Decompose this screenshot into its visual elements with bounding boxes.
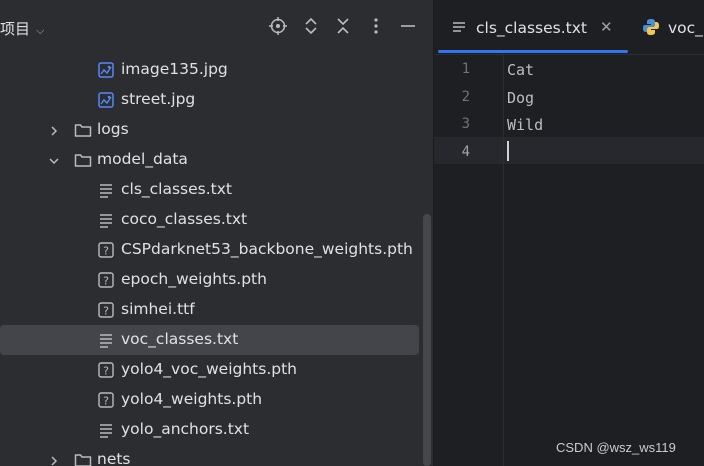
unknown-file-icon: ?: [98, 272, 114, 288]
unknown-file-icon: ?: [98, 392, 114, 408]
line-number-gutter: 1 2 3 4: [434, 55, 502, 466]
python-icon: [642, 18, 660, 40]
folder-icon: [74, 152, 92, 168]
tree-item-label: nets: [97, 450, 131, 466]
tree-file[interactable]: ? yolo4_voc_weights.pth: [0, 355, 420, 385]
active-tab-indicator: [438, 50, 628, 53]
tree-item-label: simhei.ttf: [121, 300, 195, 318]
svg-text:?: ?: [103, 365, 109, 378]
project-panel-header: 项目 ⌵: [0, 0, 433, 56]
more-vertical-icon[interactable]: [365, 14, 387, 38]
line-number: 3: [461, 116, 470, 132]
image-file-icon: [98, 92, 114, 108]
code-line: Dog: [507, 88, 535, 107]
folder-icon: [74, 452, 92, 466]
tree-item-label: street.jpg: [121, 90, 196, 108]
tab-cls-classes[interactable]: cls_classes.txt ✕: [434, 0, 630, 54]
tree-item-label: cls_classes.txt: [121, 180, 232, 198]
tree-file[interactable]: ? simhei.ttf: [0, 295, 420, 325]
project-scrollbar[interactable]: [423, 214, 431, 466]
tree-item-label: logs: [97, 120, 129, 138]
tree-file[interactable]: coco_classes.txt: [0, 205, 420, 235]
project-view-selector[interactable]: 项目 ⌵: [0, 18, 44, 39]
chevron-right-icon[interactable]: [48, 453, 60, 466]
svg-text:?: ?: [103, 245, 109, 258]
tree-folder[interactable]: logs: [0, 115, 420, 145]
tree-file[interactable]: ? epoch_weights.pth: [0, 265, 420, 295]
tab-label: voc_: [668, 19, 703, 37]
tree-item-label: yolo_anchors.txt: [121, 420, 250, 438]
project-panel: 项目 ⌵ image135.jpg street.jpg logs model_data…: [0, 0, 433, 466]
code-line: Wild: [507, 116, 544, 134]
text-caret: [507, 141, 509, 161]
tree-file[interactable]: street.jpg: [0, 85, 420, 115]
tree-file[interactable]: yolo_anchors.txt: [0, 415, 420, 445]
tree-item-label: yolo4_voc_weights.pth: [121, 360, 297, 378]
editor-tab-bar: cls_classes.txt ✕ voc_: [434, 0, 704, 55]
tree-item-label: epoch_weights.pth: [121, 270, 267, 288]
tree-item-label: model_data: [97, 150, 188, 168]
close-icon[interactable]: ✕: [600, 18, 613, 36]
watermark: CSDN @wsz_ws119: [556, 440, 676, 455]
tree-folder[interactable]: nets: [0, 445, 420, 466]
unknown-file-icon: ?: [98, 242, 114, 258]
chevron-down-icon[interactable]: [48, 153, 60, 167]
tab-label: cls_classes.txt: [476, 19, 587, 37]
expand-collapse-icon[interactable]: [300, 14, 322, 38]
collapse-all-icon[interactable]: [332, 14, 354, 38]
tree-folder[interactable]: model_data: [0, 145, 420, 175]
tree-item-label: CSPdarknet53_backbone_weights.pth: [121, 240, 413, 258]
tree-file[interactable]: ? CSPdarknet53_backbone_weights.pth: [0, 235, 420, 265]
chevron-right-icon[interactable]: [48, 123, 60, 137]
tree-item-label: image135.jpg: [121, 60, 228, 78]
tree-file[interactable]: image135.jpg: [0, 55, 420, 85]
text-file-icon: [98, 422, 114, 438]
tab-voc[interactable]: voc_: [638, 0, 704, 54]
tree-item-label: yolo4_weights.pth: [121, 390, 263, 408]
tree-file[interactable]: ? yolo4_weights.pth: [0, 385, 420, 415]
tree-item-label: coco_classes.txt: [121, 210, 248, 228]
svg-text:?: ?: [103, 305, 109, 318]
unknown-file-icon: ?: [98, 362, 114, 378]
minimize-icon[interactable]: [397, 14, 419, 38]
line-number: 1: [461, 61, 470, 77]
unknown-file-icon: ?: [98, 302, 114, 318]
line-number: 4: [461, 143, 470, 160]
editor: cls_classes.txt ✕ voc_ 1 2 3 4 Cat Dog Wild: [434, 0, 704, 466]
code-line: Cat: [507, 61, 535, 79]
text-file-icon: [98, 332, 114, 348]
svg-text:?: ?: [103, 395, 109, 408]
image-file-icon: [98, 62, 114, 78]
crosshair-icon[interactable]: [267, 14, 289, 38]
folder-icon: [74, 122, 92, 138]
text-file-icon: [452, 20, 466, 39]
svg-text:?: ?: [103, 275, 109, 288]
text-file-icon: [98, 182, 114, 198]
tree-file[interactable]: cls_classes.txt: [0, 175, 420, 205]
chevron-down-icon: ⌵: [36, 24, 45, 37]
line-number: 2: [461, 88, 470, 105]
project-title: 项目: [0, 20, 31, 38]
text-file-icon: [98, 212, 114, 228]
tree-file[interactable]: voc_classes.txt: [0, 325, 419, 355]
tree-item-label: voc_classes.txt: [121, 330, 239, 348]
code-area[interactable]: Cat Dog Wild: [503, 55, 704, 466]
